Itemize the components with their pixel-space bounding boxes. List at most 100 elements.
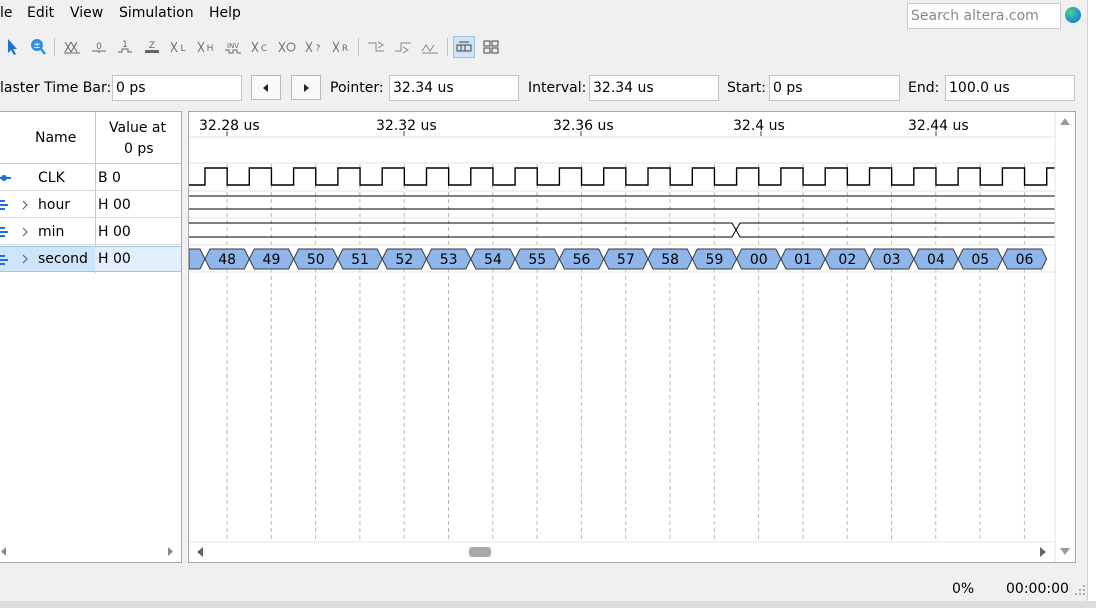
start-field[interactable]: 0 ps [769, 75, 900, 101]
node-name: CLK [38, 170, 65, 186]
node-value: H 00 [98, 251, 131, 267]
svg-text:Z: Z [149, 41, 155, 51]
node-row-clk[interactable]: CLK B 0 [0, 164, 181, 191]
globe-icon[interactable] [1065, 7, 1081, 23]
clk-waveform[interactable] [189, 167, 1055, 186]
bus-pin-icon [0, 227, 8, 237]
waveform-panel[interactable]: 32.28 us 32.32 us 32.36 us 32.4 us 32.44 us 4… [188, 111, 1076, 563]
overwrite-clock-icon[interactable] [276, 36, 298, 58]
window-bottom-edge [0, 601, 1096, 608]
time-axis-label: 32.44 us [908, 118, 969, 134]
expand-chevron-icon[interactable] [21, 200, 29, 210]
status-bar: 0% 00:00:00 [0, 575, 1087, 601]
high-impedance-icon[interactable]: Z [141, 36, 163, 58]
wave-overflow-mask [1055, 112, 1075, 542]
invert-icon[interactable]: INV [222, 36, 244, 58]
second-value-label: 06 [1016, 252, 1034, 268]
name-panel-scrollbar[interactable] [0, 542, 181, 560]
shift-right-icon[interactable] [419, 36, 441, 58]
node-value: H 00 [98, 197, 131, 213]
master-time-bar-field[interactable]: 0 ps [112, 75, 242, 101]
menu-view[interactable]: View [70, 5, 103, 21]
second-value-label: 50 [307, 252, 325, 268]
second-value-label: 03 [883, 252, 901, 268]
pointer-label: Pointer: [330, 80, 384, 96]
toolbar-separator [358, 38, 359, 56]
zoom-tool-icon[interactable]: ± [27, 36, 49, 58]
svg-text:±: ± [33, 41, 41, 51]
forcing-unknown-icon[interactable] [61, 36, 83, 58]
scroll-right-icon[interactable] [1040, 547, 1046, 557]
toolbar-separator [54, 38, 55, 56]
grid-icon[interactable] [453, 36, 475, 58]
search-input[interactable]: Search altera.com [907, 3, 1061, 29]
start-label: Start: [727, 80, 766, 96]
second-value-label: 55 [528, 252, 546, 268]
second-value-label: 49 [263, 252, 281, 268]
node-list-panel: Name Value at 0 ps CLK B 0 hour H 00 min… [0, 111, 182, 563]
second-value-label: 04 [927, 252, 945, 268]
menu-help[interactable]: Help [209, 5, 241, 21]
interval-label: Interval: [528, 80, 587, 96]
second-value-label: 56 [573, 252, 591, 268]
node-row-second[interactable]: second H 00 [0, 246, 181, 272]
end-field[interactable]: 100.0 us [945, 75, 1075, 101]
toolbar-separator [447, 38, 448, 56]
menu-edit[interactable]: Edit [27, 5, 54, 21]
second-value-label: 58 [661, 252, 679, 268]
node-row-min[interactable]: min H 00 [0, 219, 181, 245]
weak-high-icon[interactable]: H [195, 36, 217, 58]
scroll-right-icon[interactable] [166, 547, 174, 556]
chevron-right-icon [304, 83, 309, 92]
scroll-left-icon[interactable] [0, 547, 8, 556]
pointer-tool-icon[interactable] [1, 36, 23, 58]
bus-pin-icon [0, 255, 8, 265]
previous-transition-button[interactable] [251, 75, 281, 100]
node-row-hour[interactable]: hour H 00 [0, 192, 181, 218]
svg-text:H: H [207, 44, 214, 54]
second-value-label: 01 [794, 252, 812, 268]
interval-field[interactable]: 32.34 us [589, 75, 719, 101]
value-icon[interactable]: R [330, 36, 352, 58]
forcing-low-icon[interactable]: 0 [88, 36, 110, 58]
grouping-icon[interactable] [480, 36, 502, 58]
random-values-icon[interactable]: ? [303, 36, 325, 58]
forcing-high-icon[interactable]: 1 [114, 36, 136, 58]
menu-simulation[interactable]: Simulation [119, 5, 194, 21]
time-axis-label: 32.4 us [733, 118, 785, 134]
svg-text:?: ? [316, 44, 321, 54]
svg-text:C: C [261, 44, 267, 54]
second-value-label: 48 [218, 252, 236, 268]
next-transition-button[interactable] [291, 75, 321, 100]
scroll-down-icon[interactable] [1060, 548, 1070, 555]
menu-bar: le Edit View Simulation Help Search alte… [0, 0, 1087, 32]
pointer-field[interactable]: 32.34 us [389, 75, 519, 101]
time-axis-label: 32.32 us [376, 118, 437, 134]
input-pin-icon [0, 175, 11, 181]
second-segment[interactable] [189, 248, 206, 270]
expand-chevron-icon[interactable] [21, 254, 29, 264]
window-right-edge [1087, 0, 1096, 608]
snap-to-grid-icon[interactable] [365, 36, 387, 58]
chevron-left-icon [263, 83, 268, 92]
hscroll-thumb[interactable] [469, 547, 491, 557]
count-value-icon[interactable]: C [249, 36, 271, 58]
value-column-header[interactable]: Value at [109, 120, 166, 136]
svg-text:L: L [180, 44, 185, 54]
elapsed-time: 00:00:00 [1006, 581, 1069, 597]
second-value-label: 52 [395, 252, 413, 268]
second-value-label: 02 [838, 252, 856, 268]
scroll-left-icon[interactable] [197, 547, 203, 557]
resize-grip-icon[interactable] [1074, 583, 1086, 597]
bus-pin-icon [0, 200, 8, 210]
expand-chevron-icon[interactable] [21, 227, 29, 237]
shift-left-icon[interactable] [392, 36, 414, 58]
min-waveform[interactable] [189, 222, 1055, 238]
waveform-canvas[interactable]: 32.28 us 32.32 us 32.36 us 32.4 us 32.44 us 4… [189, 112, 1075, 562]
node-value: B 0 [98, 170, 121, 186]
second-value-label: 05 [971, 252, 989, 268]
menu-file[interactable]: le [0, 5, 13, 21]
name-column-header[interactable]: Name [35, 130, 76, 146]
weak-low-icon[interactable]: L [168, 36, 190, 58]
hour-waveform[interactable] [189, 195, 1055, 210]
